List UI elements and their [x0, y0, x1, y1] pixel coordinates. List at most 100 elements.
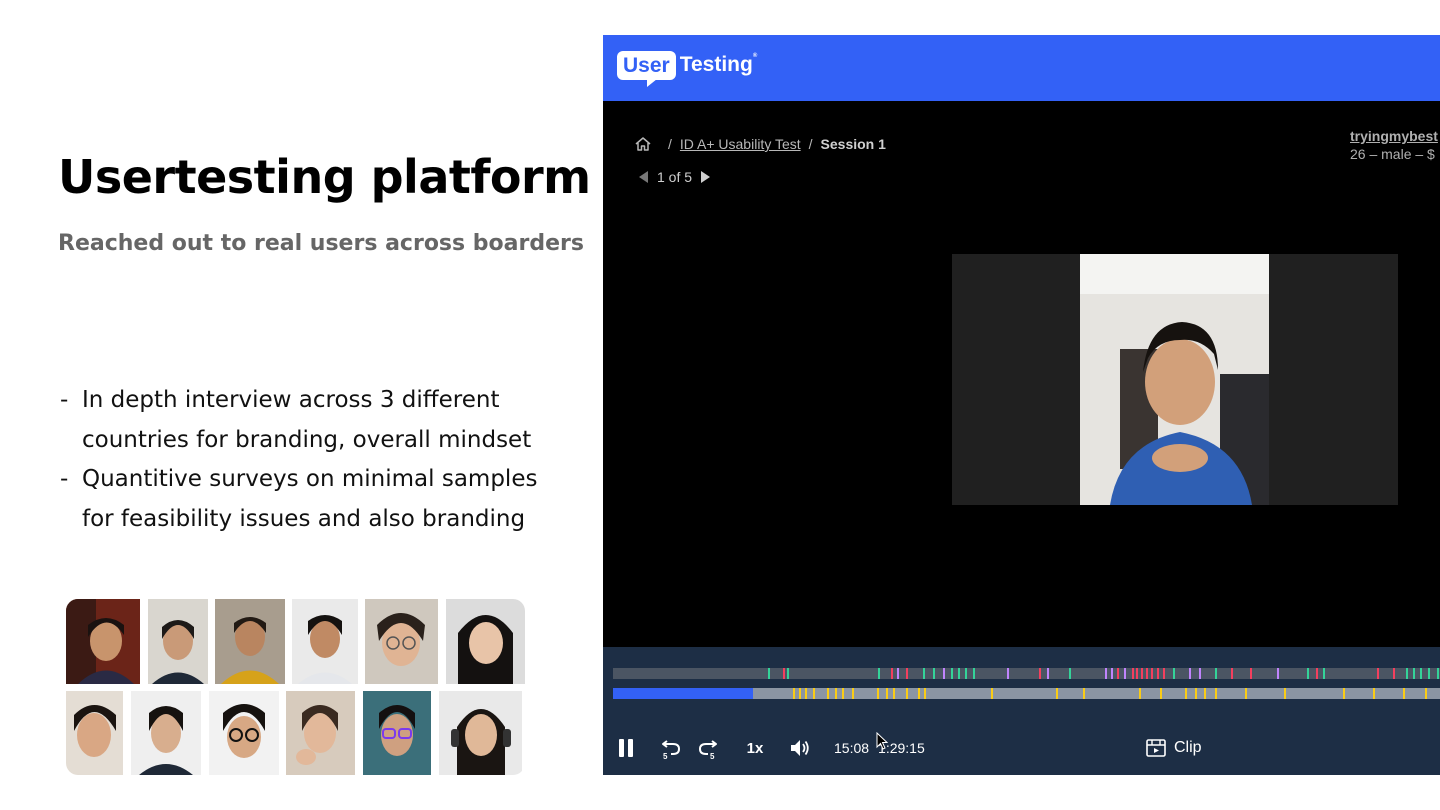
- next-session-icon[interactable]: [701, 171, 711, 183]
- task-marker[interactable]: [1215, 668, 1217, 679]
- playback-speed-button[interactable]: 1x: [743, 735, 767, 761]
- task-marker[interactable]: [906, 668, 908, 679]
- playback-progress-fill: [613, 688, 753, 699]
- task-marker[interactable]: [1377, 668, 1379, 679]
- task-marker[interactable]: [1151, 668, 1153, 679]
- session-pager-text: 1 of 5: [657, 169, 693, 185]
- mouse-cursor-icon: [876, 732, 888, 750]
- task-marker[interactable]: [1146, 668, 1148, 679]
- breadcrumb-study-link[interactable]: ID A+ Usability Test: [680, 136, 801, 152]
- participant-photo: [363, 691, 431, 775]
- task-marker[interactable]: [1189, 668, 1191, 679]
- highlight-marker[interactable]: [924, 688, 926, 699]
- task-marker[interactable]: [1428, 668, 1430, 679]
- task-marker[interactable]: [768, 668, 770, 679]
- home-icon[interactable]: [634, 135, 652, 153]
- participant-video[interactable]: [1080, 254, 1269, 505]
- highlight-marker[interactable]: [906, 688, 908, 699]
- highlight-marker[interactable]: [893, 688, 895, 699]
- highlight-marker[interactable]: [1160, 688, 1162, 699]
- previous-session-icon[interactable]: [639, 171, 648, 183]
- rewind-5-button[interactable]: 5: [659, 735, 683, 761]
- participant-photo: [66, 691, 123, 775]
- highlight-marker[interactable]: [1425, 688, 1427, 699]
- task-marker[interactable]: [1437, 668, 1439, 679]
- highlight-marker[interactable]: [842, 688, 844, 699]
- highlight-marker[interactable]: [1056, 688, 1058, 699]
- task-marker[interactable]: [943, 668, 945, 679]
- highlight-marker[interactable]: [1195, 688, 1197, 699]
- clip-button[interactable]: Clip: [1146, 735, 1202, 761]
- pause-button[interactable]: [616, 735, 636, 761]
- volume-button[interactable]: [788, 735, 812, 761]
- task-marker[interactable]: [1277, 668, 1279, 679]
- highlight-marker[interactable]: [877, 688, 879, 699]
- usertesting-logo[interactable]: User Testing®: [617, 48, 757, 87]
- forward-5-button[interactable]: 5: [696, 735, 720, 761]
- task-marker[interactable]: [951, 668, 953, 679]
- highlight-marker[interactable]: [1373, 688, 1375, 699]
- task-marker[interactable]: [973, 668, 975, 679]
- task-marker[interactable]: [1231, 668, 1233, 679]
- task-marker[interactable]: [891, 668, 893, 679]
- highlight-marker[interactable]: [813, 688, 815, 699]
- task-marker[interactable]: [1163, 668, 1165, 679]
- task-marker[interactable]: [1111, 668, 1113, 679]
- highlight-marker[interactable]: [793, 688, 795, 699]
- highlight-marker[interactable]: [1139, 688, 1141, 699]
- highlight-marker[interactable]: [1403, 688, 1405, 699]
- tester-name-link[interactable]: tryingmybest: [1350, 127, 1438, 145]
- highlight-marker[interactable]: [1284, 688, 1286, 699]
- highlight-marker[interactable]: [1204, 688, 1206, 699]
- task-marker[interactable]: [878, 668, 880, 679]
- task-marker[interactable]: [1307, 668, 1309, 679]
- highlight-marker[interactable]: [991, 688, 993, 699]
- highlight-marker[interactable]: [799, 688, 801, 699]
- task-marker[interactable]: [1316, 668, 1318, 679]
- task-marker[interactable]: [1069, 668, 1071, 679]
- task-marker[interactable]: [1323, 668, 1325, 679]
- task-marker[interactable]: [1007, 668, 1009, 679]
- logo-user-text: User: [617, 50, 676, 87]
- highlight-marker[interactable]: [835, 688, 837, 699]
- task-marker[interactable]: [1413, 668, 1415, 679]
- task-marker[interactable]: [1039, 668, 1041, 679]
- task-marker[interactable]: [1105, 668, 1107, 679]
- task-marker[interactable]: [923, 668, 925, 679]
- task-marker[interactable]: [1420, 668, 1422, 679]
- task-marker[interactable]: [1136, 668, 1138, 679]
- task-marker-track[interactable]: [613, 668, 1440, 679]
- task-marker[interactable]: [965, 668, 967, 679]
- task-marker[interactable]: [1141, 668, 1143, 679]
- highlight-marker[interactable]: [918, 688, 920, 699]
- highlight-marker[interactable]: [1245, 688, 1247, 699]
- task-marker[interactable]: [958, 668, 960, 679]
- task-marker[interactable]: [1047, 668, 1049, 679]
- task-marker[interactable]: [1250, 668, 1252, 679]
- task-marker[interactable]: [1124, 668, 1126, 679]
- highlight-marker[interactable]: [805, 688, 807, 699]
- task-marker[interactable]: [1406, 668, 1408, 679]
- task-marker[interactable]: [897, 668, 899, 679]
- player-control-row: 5 5 1x 15:08 1:29:15 Clip: [603, 735, 1440, 761]
- highlight-marker[interactable]: [1343, 688, 1345, 699]
- player-controls: 5 5 1x 15:08 1:29:15 Clip: [603, 647, 1440, 775]
- task-marker[interactable]: [933, 668, 935, 679]
- task-marker[interactable]: [1173, 668, 1175, 679]
- task-marker[interactable]: [1157, 668, 1159, 679]
- highlight-marker[interactable]: [1215, 688, 1217, 699]
- video-area[interactable]: [952, 254, 1398, 505]
- task-marker[interactable]: [1117, 668, 1119, 679]
- task-marker[interactable]: [1393, 668, 1395, 679]
- highlight-marker[interactable]: [1185, 688, 1187, 699]
- highlight-marker[interactable]: [852, 688, 854, 699]
- highlight-marker[interactable]: [827, 688, 829, 699]
- highlight-marker[interactable]: [1083, 688, 1085, 699]
- task-marker[interactable]: [783, 668, 785, 679]
- highlight-marker[interactable]: [886, 688, 888, 699]
- task-marker[interactable]: [1199, 668, 1201, 679]
- playback-progress-bar[interactable]: [613, 688, 1440, 699]
- task-marker[interactable]: [1132, 668, 1134, 679]
- slide-title: Usertesting platform: [58, 150, 591, 204]
- task-marker[interactable]: [787, 668, 789, 679]
